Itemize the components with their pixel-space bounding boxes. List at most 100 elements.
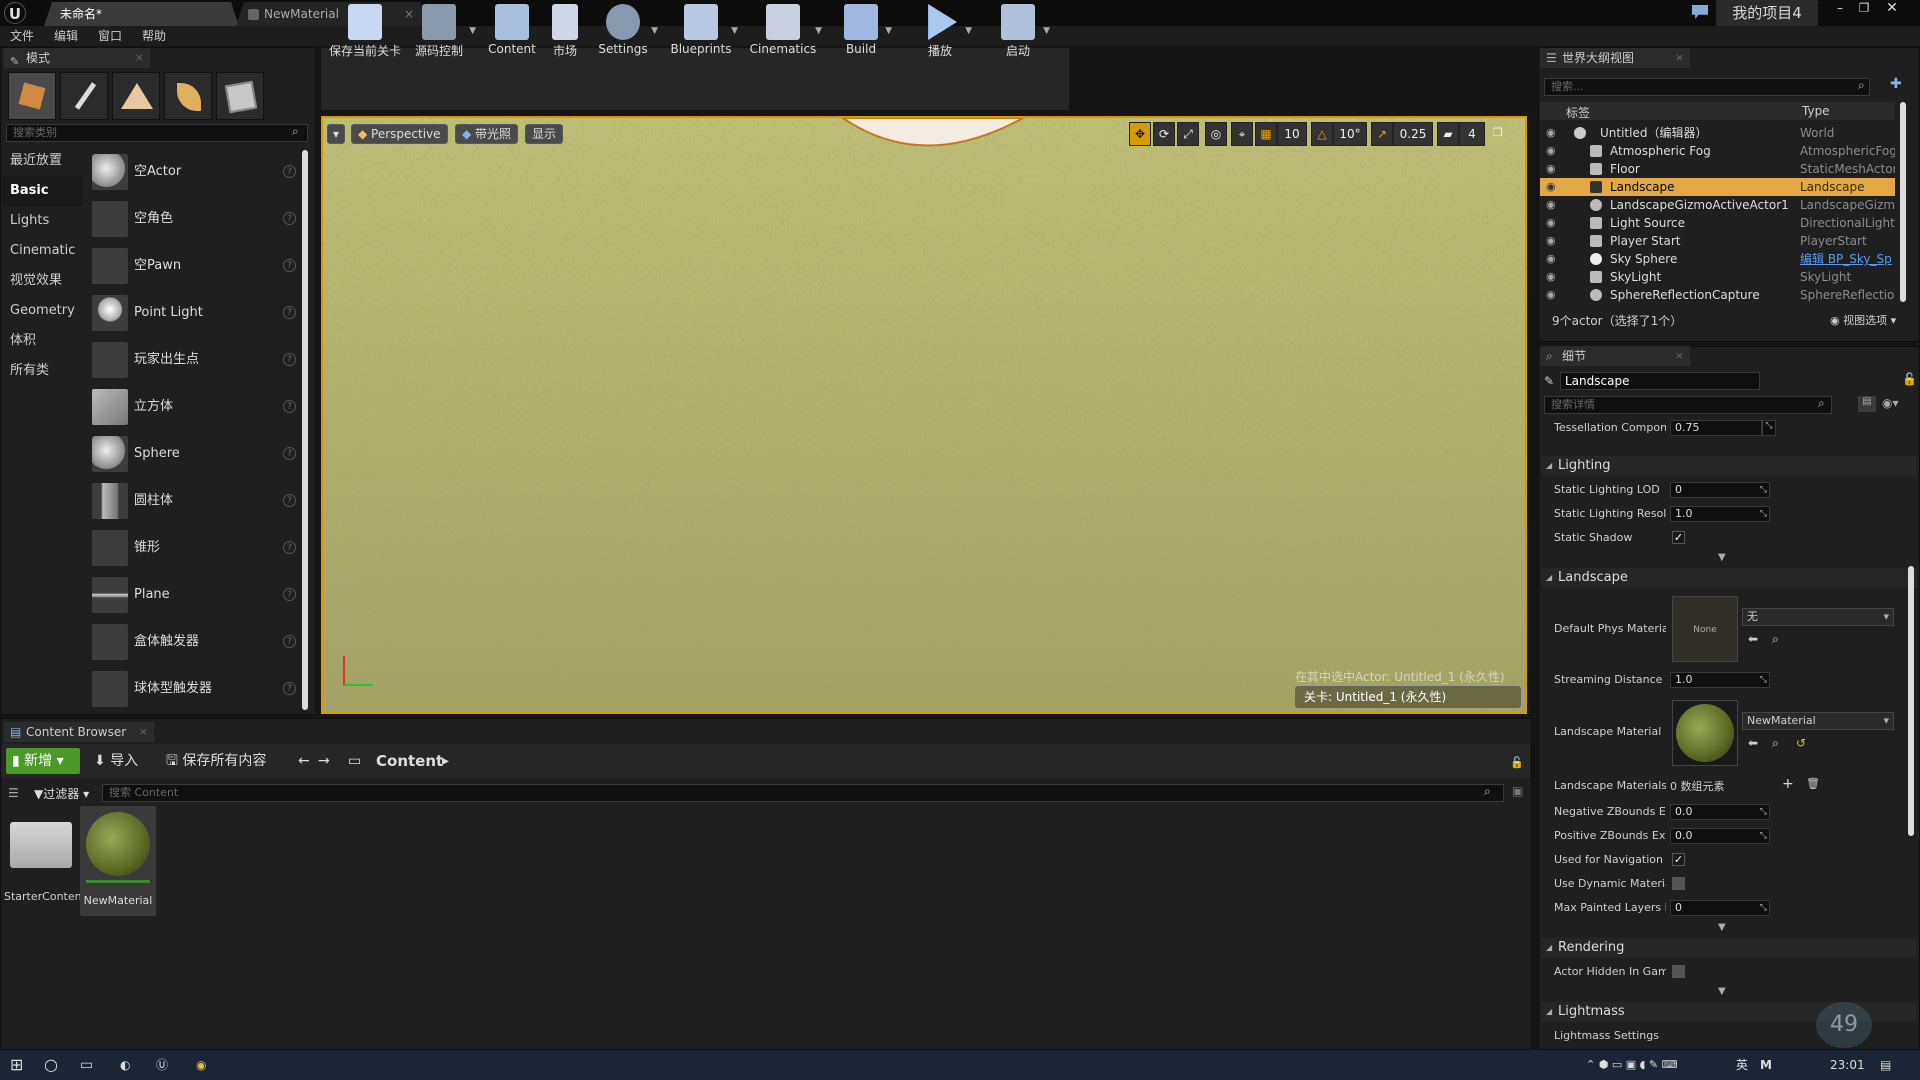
place-item-cylinder[interactable]: 圆柱体? xyxy=(90,478,300,524)
negative-zbounds-input[interactable]: 0.0 ⤡ xyxy=(1670,804,1770,820)
static-lighting-lod-input[interactable]: 0 ⤡ xyxy=(1670,482,1770,498)
help-icon[interactable]: ? xyxy=(283,212,296,225)
close-window-icon[interactable]: ✕ xyxy=(1880,0,1904,18)
help-icon[interactable]: ? xyxy=(283,400,296,413)
category-visual-effects[interactable]: 视觉效果 xyxy=(2,266,82,296)
eye-icon[interactable]: ◉ xyxy=(1546,250,1556,268)
lit-mode-dropdown[interactable]: ◆ 带光照 xyxy=(455,124,519,144)
maximize-icon[interactable]: ❐ xyxy=(1852,0,1876,18)
lock-icon[interactable]: 🔓 xyxy=(1510,756,1524,769)
tab-untitled-level[interactable]: 未命名* xyxy=(44,2,239,26)
outliner-row-sphere-reflection[interactable]: ◉ SphereReflectionCapture SphereReflection… xyxy=(1540,286,1895,304)
eye-icon[interactable]: ◉ xyxy=(1546,232,1556,250)
ime-indicator[interactable]: 英 xyxy=(1736,1050,1748,1080)
camera-speed-icon[interactable]: ▰ xyxy=(1437,122,1459,146)
save-search-icon[interactable]: ▣ xyxy=(1512,784,1523,798)
eye-icon[interactable]: ◉ xyxy=(1546,286,1556,304)
blueprints-button[interactable]: Blueprints ▼ xyxy=(668,0,738,62)
max-painted-layers-input[interactable]: 0 ⤡ xyxy=(1670,900,1770,916)
static-lighting-res-input[interactable]: 1.0 ⤡ xyxy=(1670,506,1770,522)
section-landscape[interactable]: Landscape xyxy=(1542,568,1917,588)
level-viewport[interactable]: ▾ ◆ Perspective ◆ 带光照 显示 ✥ ⟳ ⤢ ◎ ⌖ ▦ 10 … xyxy=(321,116,1527,714)
category-recent[interactable]: 最近放置 xyxy=(2,146,82,176)
notification-icon[interactable]: ▤ xyxy=(1880,1050,1891,1080)
launch-button[interactable]: 启动 ▼ xyxy=(990,0,1050,62)
place-item-point-light[interactable]: Point Light? xyxy=(90,290,300,336)
close-icon[interactable]: × xyxy=(1675,48,1684,68)
category-geometry[interactable]: Geometry xyxy=(2,296,82,326)
eye-icon[interactable]: ◉ xyxy=(1546,124,1556,142)
save-level-button[interactable]: 保存当前关卡 xyxy=(326,0,404,62)
play-button[interactable]: 播放 ▼ xyxy=(912,0,972,62)
landscape-material-thumbnail[interactable] xyxy=(1672,700,1738,766)
place-item-cube[interactable]: 立方体? xyxy=(90,384,300,430)
help-icon[interactable]: ? xyxy=(283,259,296,272)
help-icon[interactable]: ? xyxy=(283,447,296,460)
section-rendering[interactable]: Rendering xyxy=(1542,938,1917,958)
dropdown-arrow-icon[interactable]: ▼ xyxy=(965,26,972,36)
app-icon[interactable]: ◐ xyxy=(120,1050,130,1080)
category-basic[interactable]: Basic xyxy=(2,176,82,206)
world-local-icon[interactable]: ◎ xyxy=(1205,122,1227,146)
object-name-field[interactable]: Landscape xyxy=(1560,372,1760,390)
dropdown-arrow-icon[interactable]: ▼ xyxy=(815,26,822,36)
import-button[interactable]: ⬇ 导入 xyxy=(94,748,138,774)
eye-icon[interactable]: ◉ xyxy=(1546,178,1556,196)
place-item-cone[interactable]: 锥形? xyxy=(90,525,300,571)
menu-file[interactable]: 文件 xyxy=(10,26,34,46)
rotation-snap-value[interactable]: 10° xyxy=(1333,122,1367,146)
modes-search-input[interactable]: 搜索类别 xyxy=(6,124,308,142)
menu-help[interactable]: 帮助 xyxy=(142,26,166,46)
close-icon[interactable]: × xyxy=(135,48,144,68)
filters-dropdown[interactable]: ▼过滤器 ▾ xyxy=(34,785,89,802)
streaming-distance-input[interactable]: 1.0 ⤡ xyxy=(1670,672,1770,688)
help-icon[interactable]: ? xyxy=(283,541,296,554)
clock[interactable]: 23:01 xyxy=(1830,1050,1865,1080)
camera-speed-value[interactable]: 4 xyxy=(1459,122,1485,146)
outliner-search-input[interactable]: 搜索... xyxy=(1544,78,1870,96)
eye-icon[interactable]: ◉ xyxy=(1546,160,1556,178)
eye-icon[interactable]: ◉ xyxy=(1546,268,1556,286)
expand-advanced-icon[interactable]: ▼ xyxy=(1718,986,1726,997)
content-search-input[interactable]: 搜索 Content xyxy=(102,784,1504,802)
place-item-box-trigger[interactable]: 盒体触发器? xyxy=(90,619,300,665)
reset-arrow-icon[interactable]: ⤡ xyxy=(1762,420,1776,436)
eye-icon[interactable]: ◉ xyxy=(1546,196,1556,214)
save-all-button[interactable]: 🖫 保存所有内容 xyxy=(166,748,266,774)
help-icon[interactable]: ? xyxy=(283,353,296,366)
view-options-button[interactable]: ◉ 视图选项 ▾ xyxy=(1830,312,1896,328)
actor-hidden-checkbox[interactable] xyxy=(1672,965,1685,978)
place-item-player-start[interactable]: 玩家出生点? xyxy=(90,337,300,383)
column-type[interactable]: Type xyxy=(1802,104,1830,118)
help-icon[interactable]: ? xyxy=(283,494,296,507)
phys-material-thumbnail[interactable]: None xyxy=(1672,596,1738,662)
sources-toggle-icon[interactable]: ☰ xyxy=(8,786,19,800)
add-new-button[interactable]: ▮ 新增 ▾ xyxy=(6,748,80,774)
positive-zbounds-input[interactable]: 0.0 ⤡ xyxy=(1670,828,1770,844)
edit-blueprint-link[interactable]: 编辑 BP_Sky_Sp xyxy=(1800,250,1895,268)
browse-search-icon[interactable]: ⌕ xyxy=(1772,736,1779,751)
viewport-options-dropdown[interactable]: ▾ xyxy=(327,124,345,144)
search-circle-icon[interactable]: ○ xyxy=(44,1050,58,1080)
minimize-icon[interactable]: – xyxy=(1828,0,1852,18)
foliage-mode-button[interactable] xyxy=(164,72,212,120)
surface-snap-icon[interactable]: ⌖ xyxy=(1231,122,1253,146)
chrome-icon[interactable]: ◉ xyxy=(196,1050,206,1080)
source-control-button[interactable]: 源码控制 ▼ xyxy=(406,0,476,62)
scale-snap-value[interactable]: 0.25 xyxy=(1393,122,1433,146)
asset-newmaterial[interactable]: NewMaterial xyxy=(80,806,156,916)
help-icon[interactable]: ? xyxy=(283,635,296,648)
perspective-dropdown[interactable]: ◆ Perspective xyxy=(351,124,448,144)
section-lighting[interactable]: Lighting xyxy=(1542,456,1917,476)
details-search-input[interactable]: 搜索详情 xyxy=(1544,396,1832,414)
category-all-classes[interactable]: 所有类 xyxy=(2,356,82,386)
lock-icon[interactable]: 🔓 xyxy=(1902,372,1917,386)
tab-modes[interactable]: ✎ 模式 × xyxy=(4,48,150,68)
browse-search-icon[interactable]: ⌕ xyxy=(1772,632,1779,647)
place-item-plane[interactable]: Plane? xyxy=(90,572,300,618)
outliner-row-sky-sphere[interactable]: ◉ Sky Sphere 编辑 BP_Sky_Sp xyxy=(1540,250,1895,268)
place-item-sphere-trigger[interactable]: 球体型触发器? xyxy=(90,666,300,712)
eye-icon[interactable]: ◉ xyxy=(1546,214,1556,232)
outliner-row-landscape[interactable]: ◉ Landscape Landscape xyxy=(1540,178,1895,196)
category-lights[interactable]: Lights xyxy=(2,206,82,236)
